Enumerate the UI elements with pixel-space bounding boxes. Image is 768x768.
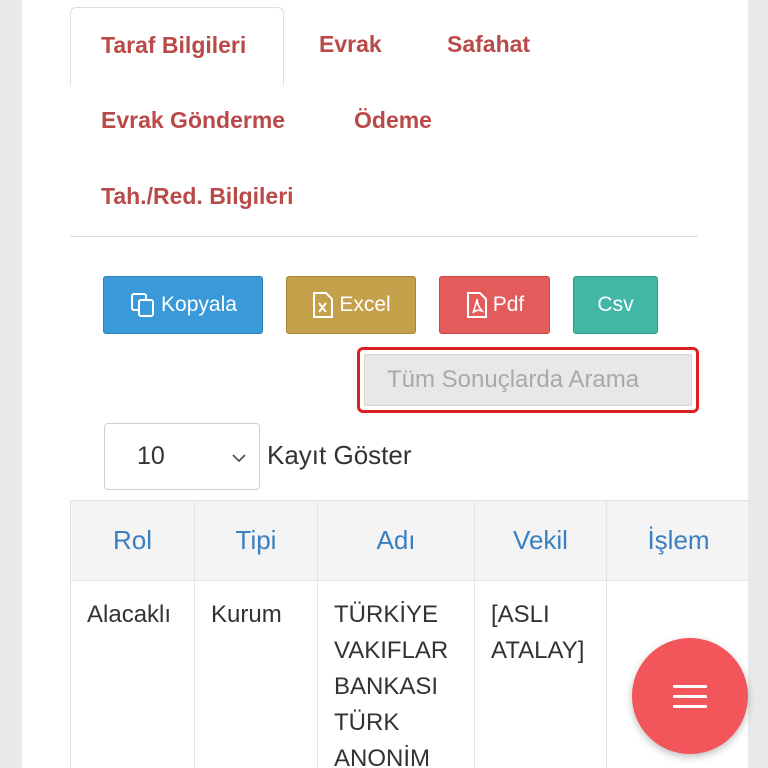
tab-taraf-bilgileri[interactable]: Taraf Bilgileri: [70, 7, 284, 85]
search-highlight: [357, 347, 699, 413]
tab-safahat[interactable]: Safahat: [447, 31, 530, 58]
page-length-value: 10: [137, 442, 165, 470]
table-header-row: Rol Tipi Adı Vekil İşlem: [70, 500, 748, 581]
pdf-button[interactable]: Pdf: [439, 276, 550, 334]
cell-tipi: Kurum: [194, 580, 318, 768]
content-card: Taraf Bilgileri Evrak Safahat Evrak Gönd…: [22, 0, 748, 768]
cell-rol: Alacaklı: [70, 580, 195, 768]
tabs-divider: [70, 236, 698, 237]
search-input[interactable]: [364, 354, 692, 406]
copy-button-label: Kopyala: [161, 293, 237, 316]
pdf-button-label: Pdf: [492, 293, 525, 316]
cell-vekil: [ASLI ATALAY]: [474, 580, 607, 768]
chevron-down-icon: [232, 454, 246, 463]
csv-button-label: Csv: [597, 293, 634, 316]
page-length-select[interactable]: 10: [104, 423, 260, 490]
excel-button[interactable]: Excel: [286, 276, 416, 334]
excel-button-label: Excel: [339, 293, 391, 316]
tab-evrak-gonderme[interactable]: Evrak Gönderme: [101, 107, 285, 134]
column-header-tipi[interactable]: Tipi: [194, 500, 318, 581]
copy-button[interactable]: Kopyala: [103, 276, 263, 334]
column-header-vekil[interactable]: Vekil: [474, 500, 607, 581]
column-header-islem[interactable]: İşlem: [606, 500, 748, 581]
tab-evrak[interactable]: Evrak: [319, 31, 382, 58]
menu-icon: [673, 678, 707, 715]
column-header-adi[interactable]: Adı: [317, 500, 475, 581]
excel-file-icon: [313, 292, 334, 318]
cell-adi: TÜRKİYE VAKIFLAR BANKASI TÜRK ANONİM: [317, 580, 475, 768]
copy-icon: [131, 293, 155, 317]
column-header-rol[interactable]: Rol: [70, 500, 195, 581]
tab-tah-red-bilgileri[interactable]: Tah./Red. Bilgileri: [101, 183, 294, 210]
csv-button[interactable]: Csv: [573, 276, 658, 334]
menu-fab-button[interactable]: [632, 638, 748, 754]
pdf-file-icon: [466, 292, 487, 318]
tab-odeme[interactable]: Ödeme: [354, 107, 432, 134]
page-length-label: Kayıt Göster: [267, 440, 412, 470]
